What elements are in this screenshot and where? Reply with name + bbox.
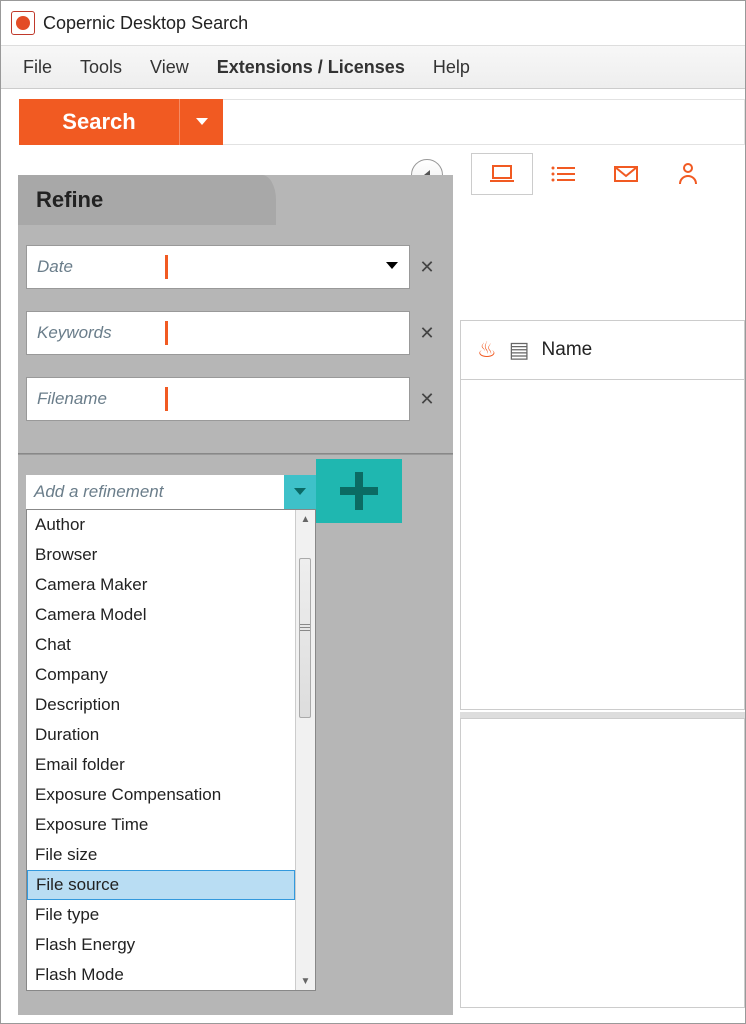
refine-date-clear[interactable]: ✕ [412,245,442,289]
category-mail[interactable] [595,153,657,195]
search-bar: Search [1,89,745,145]
title-bar: Copernic Desktop Search [1,1,745,45]
scroll-up-button[interactable]: ▲ [296,510,315,528]
refinement-option[interactable]: File source [27,870,295,900]
refinement-option[interactable]: Email folder [27,750,295,780]
refine-filename-label: Filename [27,389,165,409]
refinement-dropdown: AuthorBrowserCamera MakerCamera ModelCha… [26,509,316,991]
refine-filename-row: Filename [26,377,410,421]
refinement-option[interactable]: File size [27,840,295,870]
refine-date-row: Date [26,245,410,289]
scroll-thumb[interactable] [299,558,311,718]
refine-keywords-label: Keywords [27,323,165,343]
caret-divider [165,387,168,411]
refine-panel: Refine Date ✕ Keywords ✕ Filename ✕ Add … [18,175,453,1015]
add-refinement-label: Add a refinement [26,482,284,502]
refine-keywords-row: Keywords [26,311,410,355]
refinement-option[interactable]: Browser [27,540,295,570]
app-title: Copernic Desktop Search [43,13,248,34]
laptop-icon [489,163,515,185]
refinement-option[interactable]: Author [27,510,295,540]
mail-icon [613,164,639,184]
column-name[interactable]: Name [542,339,593,361]
refine-date-label: Date [27,257,165,277]
menu-file[interactable]: File [9,49,66,86]
refinement-option[interactable]: Duration [27,720,295,750]
add-refinement-dropdown-button[interactable] [284,475,316,509]
chevron-down-icon [385,261,399,271]
scroll-track[interactable] [296,528,315,972]
category-tabs [471,153,719,195]
refine-keywords-clear[interactable]: ✕ [412,311,442,355]
refine-separator [18,453,453,455]
refinement-option[interactable]: Company [27,660,295,690]
results-list [460,380,745,710]
refinement-option[interactable]: File type [27,900,295,930]
refinement-option[interactable]: Exposure Time [27,810,295,840]
chevron-down-icon [196,118,208,126]
scroll-grip-icon [300,624,310,634]
chevron-down-icon [294,488,306,496]
add-refinement-plus-button[interactable] [316,459,402,523]
menu-help[interactable]: Help [419,49,484,86]
relevance-icon[interactable]: ♨ [477,337,497,363]
search-dropdown-button[interactable] [179,99,223,145]
caret-divider [165,321,168,345]
refinement-option[interactable]: Exposure Compensation [27,780,295,810]
refinement-option[interactable]: Flash Energy [27,930,295,960]
type-icon[interactable]: ▤ [509,337,530,363]
person-icon [677,162,699,186]
refinement-option[interactable]: Camera Model [27,600,295,630]
add-refinement-combo[interactable]: Add a refinement [26,475,316,509]
category-contacts[interactable] [657,153,719,195]
search-button[interactable]: Search [19,99,179,145]
refinement-options-list: AuthorBrowserCamera MakerCamera ModelCha… [27,510,295,990]
refinement-option[interactable]: Chat [27,630,295,660]
refinement-option[interactable]: Camera Maker [27,570,295,600]
results-header: ♨ ▤ Name [460,320,745,380]
list-icon [551,163,577,185]
caret-divider [165,255,168,279]
menu-bar: File Tools View Extensions / Licenses He… [1,45,745,89]
refinement-option[interactable]: Flash Mode [27,960,295,990]
refine-filename-clear[interactable]: ✕ [412,377,442,421]
menu-extensions[interactable]: Extensions / Licenses [203,49,419,86]
preview-pane [460,718,745,1008]
plus-icon [340,472,378,510]
dropdown-scrollbar[interactable]: ▲ ▼ [295,510,315,990]
menu-tools[interactable]: Tools [66,49,136,86]
refine-tab[interactable]: Refine [18,175,276,225]
scroll-down-button[interactable]: ▼ [296,972,315,990]
menu-view[interactable]: View [136,49,203,86]
search-input[interactable] [223,99,745,145]
category-list[interactable] [533,153,595,195]
refinement-option[interactable]: Description [27,690,295,720]
category-computer[interactable] [471,153,533,195]
app-icon [11,11,35,35]
refine-date-dropdown[interactable] [385,258,409,276]
